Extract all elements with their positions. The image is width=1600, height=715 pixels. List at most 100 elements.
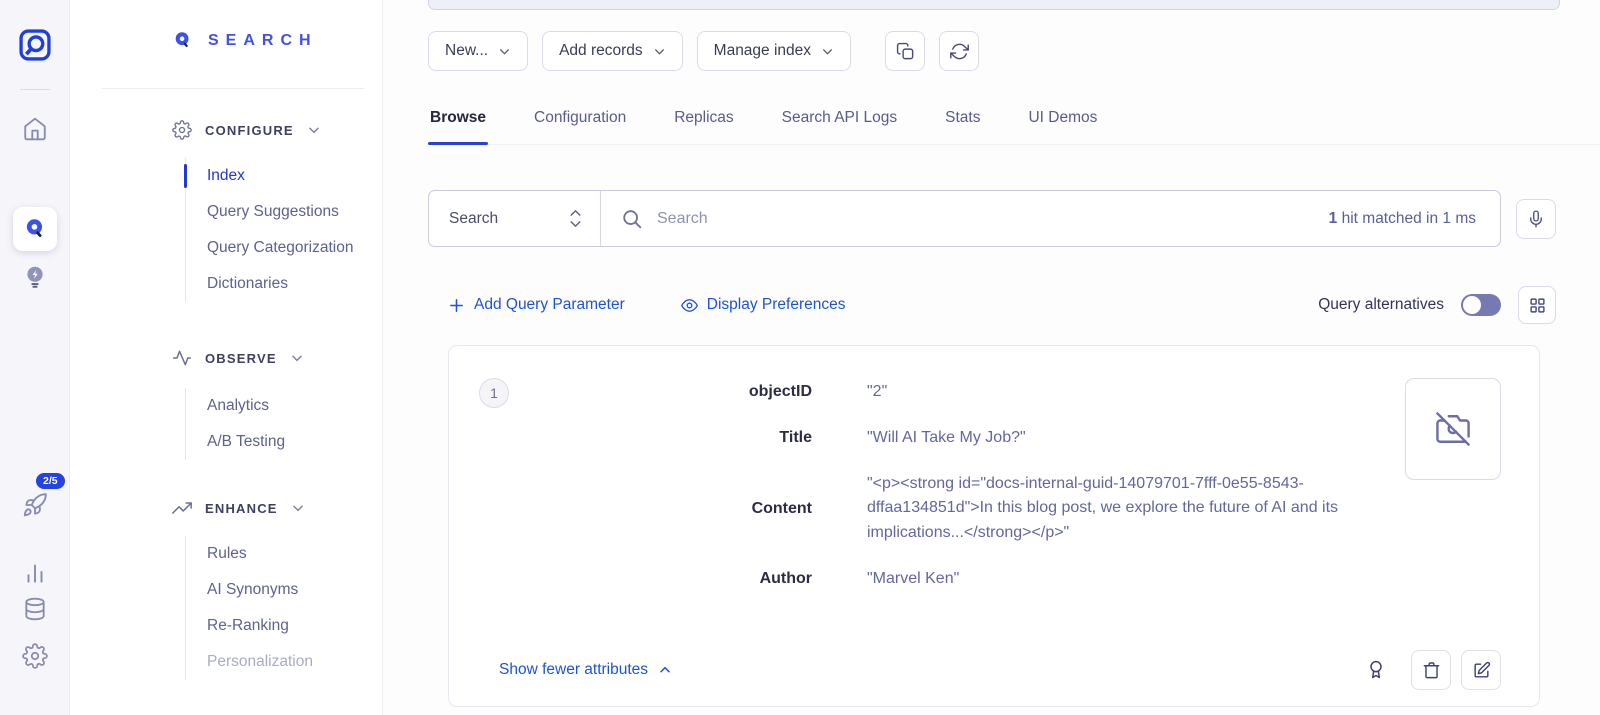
hits-stat: 1 hit matched in 1 ms — [1329, 210, 1480, 228]
sidebar-item-ai-synonyms[interactable]: AI Synonyms — [186, 572, 313, 608]
section-enhance[interactable]: ENHANCE — [172, 498, 305, 518]
product-title: SEARCH — [208, 32, 318, 50]
app-rail: 2/5 — [0, 0, 70, 715]
new-dropdown-label: New... — [445, 42, 488, 60]
sidebar-item-analytics[interactable]: Analytics — [186, 388, 285, 424]
section-observe[interactable]: OBSERVE — [172, 348, 304, 368]
chevron-down-icon — [653, 45, 666, 58]
section-configure[interactable]: CONFIGURE — [172, 120, 321, 140]
section-label: OBSERVE — [205, 351, 277, 366]
product-sidebar: SEARCH CONFIGURE Index Query Suggestions… — [70, 0, 383, 715]
rocket-icon[interactable] — [22, 492, 48, 518]
sidebar-item-rules[interactable]: Rules — [186, 536, 313, 572]
algolia-logo-icon[interactable] — [16, 26, 54, 64]
no-image-placeholder — [1405, 378, 1501, 480]
attribute-row: objectID "2" — [562, 380, 1405, 405]
tab-configuration[interactable]: Configuration — [532, 103, 628, 144]
search-mode-select[interactable]: Search — [429, 191, 601, 246]
sidebar-item-ab-testing[interactable]: A/B Testing — [186, 424, 285, 460]
search-input[interactable] — [657, 210, 1315, 228]
hits-text: hit matched in 1 ms — [1337, 210, 1476, 227]
hits-count: 1 — [1329, 210, 1338, 227]
attribute-value: "<p><strong id="docs-internal-guid-14079… — [867, 472, 1405, 546]
divider — [20, 89, 50, 90]
main-content: New... Add records Manage index — [383, 0, 1600, 715]
gear-icon — [172, 120, 192, 140]
tab-replicas[interactable]: Replicas — [672, 103, 735, 144]
tab-ui-demos[interactable]: UI Demos — [1026, 103, 1099, 144]
camera-off-icon — [1436, 412, 1470, 446]
attribute-name: Content — [562, 500, 812, 518]
search-row: Search 1 hit matched in 1 ms — [428, 190, 1556, 247]
attribute-row: Title "Will AI Take My Job?" — [562, 426, 1405, 451]
search-box: Search 1 hit matched in 1 ms — [428, 190, 1501, 247]
settings-gear-icon[interactable] — [22, 643, 48, 669]
observe-nav: Analytics A/B Testing — [185, 388, 285, 460]
new-dropdown-button[interactable]: New... — [428, 31, 528, 71]
hit-attributes: objectID "2" Title "Will AI Take My Job?… — [562, 380, 1405, 613]
manage-index-dropdown-button[interactable]: Manage index — [697, 31, 851, 71]
edit-record-icon[interactable] — [1461, 650, 1501, 690]
section-label: ENHANCE — [205, 501, 278, 516]
chevron-up-icon — [658, 663, 672, 677]
home-icon[interactable] — [22, 116, 48, 142]
sidebar-item-query-categorization[interactable]: Query Categorization — [186, 230, 353, 266]
chevron-down-icon — [307, 123, 321, 137]
analytics-bars-icon[interactable] — [22, 560, 48, 586]
show-fewer-attributes-link[interactable]: Show fewer attributes — [499, 661, 672, 679]
tab-browse[interactable]: Browse — [428, 103, 488, 144]
chevron-down-icon — [498, 45, 511, 58]
sidebar-item-dictionaries[interactable]: Dictionaries — [186, 266, 353, 302]
attribute-name: Title — [562, 429, 812, 447]
divider — [102, 88, 364, 89]
attribute-name: Author — [562, 570, 812, 588]
tab-stats[interactable]: Stats — [943, 103, 982, 144]
data-database-icon[interactable] — [22, 596, 48, 622]
hit-card: 1 objectID "2" Title "Will AI Take My Jo… — [448, 345, 1540, 707]
index-toolbar: New... Add records Manage index — [428, 31, 979, 71]
sidebar-item-query-suggestions[interactable]: Query Suggestions — [186, 194, 353, 230]
copy-icon[interactable] — [885, 31, 925, 71]
search-icon — [621, 208, 643, 230]
attribute-value: "Will AI Take My Job?" — [867, 426, 1026, 451]
display-preferences-label: Display Preferences — [707, 296, 846, 314]
add-query-parameter-label: Add Query Parameter — [474, 296, 625, 314]
recommend-lightbulb-icon[interactable] — [22, 264, 48, 290]
algolia-dashboard: 2/5 — [0, 0, 1600, 715]
attribute-name: objectID — [562, 383, 812, 401]
sidebar-item-index[interactable]: Index — [186, 158, 353, 194]
search-mode-label: Search — [449, 210, 498, 228]
tab-search-api-logs[interactable]: Search API Logs — [780, 103, 899, 144]
attribute-row: Author "Marvel Ken" — [562, 567, 1405, 592]
search-product-icon[interactable] — [13, 207, 57, 251]
refresh-icon[interactable] — [939, 31, 979, 71]
query-input-area: 1 hit matched in 1 ms — [601, 191, 1500, 246]
attribute-value: "2" — [867, 380, 887, 405]
layout-grid-icon[interactable] — [1518, 286, 1556, 324]
attribute-row: Content "<p><strong id="docs-internal-gu… — [562, 472, 1405, 546]
delete-trash-icon[interactable] — [1411, 650, 1451, 690]
add-records-label: Add records — [559, 42, 643, 60]
chevron-down-icon — [290, 351, 304, 365]
hit-card-footer: Show fewer attributes — [484, 650, 1501, 690]
usage-badge: 2/5 — [36, 473, 65, 489]
product-header: SEARCH — [172, 30, 318, 52]
chevron-down-icon — [821, 45, 834, 58]
enhance-nav: Rules AI Synonyms Re-Ranking Personaliza… — [185, 536, 313, 680]
show-fewer-label: Show fewer attributes — [499, 661, 648, 679]
index-selector-bar[interactable] — [428, 0, 1560, 10]
sidebar-item-re-ranking[interactable]: Re-Ranking — [186, 608, 313, 644]
sidebar-item-personalization[interactable]: Personalization — [186, 644, 313, 680]
query-alternatives-label: Query alternatives — [1318, 296, 1444, 314]
chevron-down-icon — [291, 501, 305, 515]
query-alternatives-toggle[interactable] — [1461, 294, 1501, 316]
section-label: CONFIGURE — [205, 123, 294, 138]
display-preferences-link[interactable]: Display Preferences — [681, 296, 846, 314]
microphone-icon[interactable] — [1516, 199, 1556, 239]
add-records-dropdown-button[interactable]: Add records — [542, 31, 683, 71]
plus-icon — [448, 297, 465, 314]
promote-award-icon[interactable] — [1359, 653, 1393, 687]
add-query-parameter-link[interactable]: Add Query Parameter — [448, 296, 625, 314]
index-tabs: Browse Configuration Replicas Search API… — [428, 103, 1600, 145]
eye-icon — [681, 297, 698, 314]
